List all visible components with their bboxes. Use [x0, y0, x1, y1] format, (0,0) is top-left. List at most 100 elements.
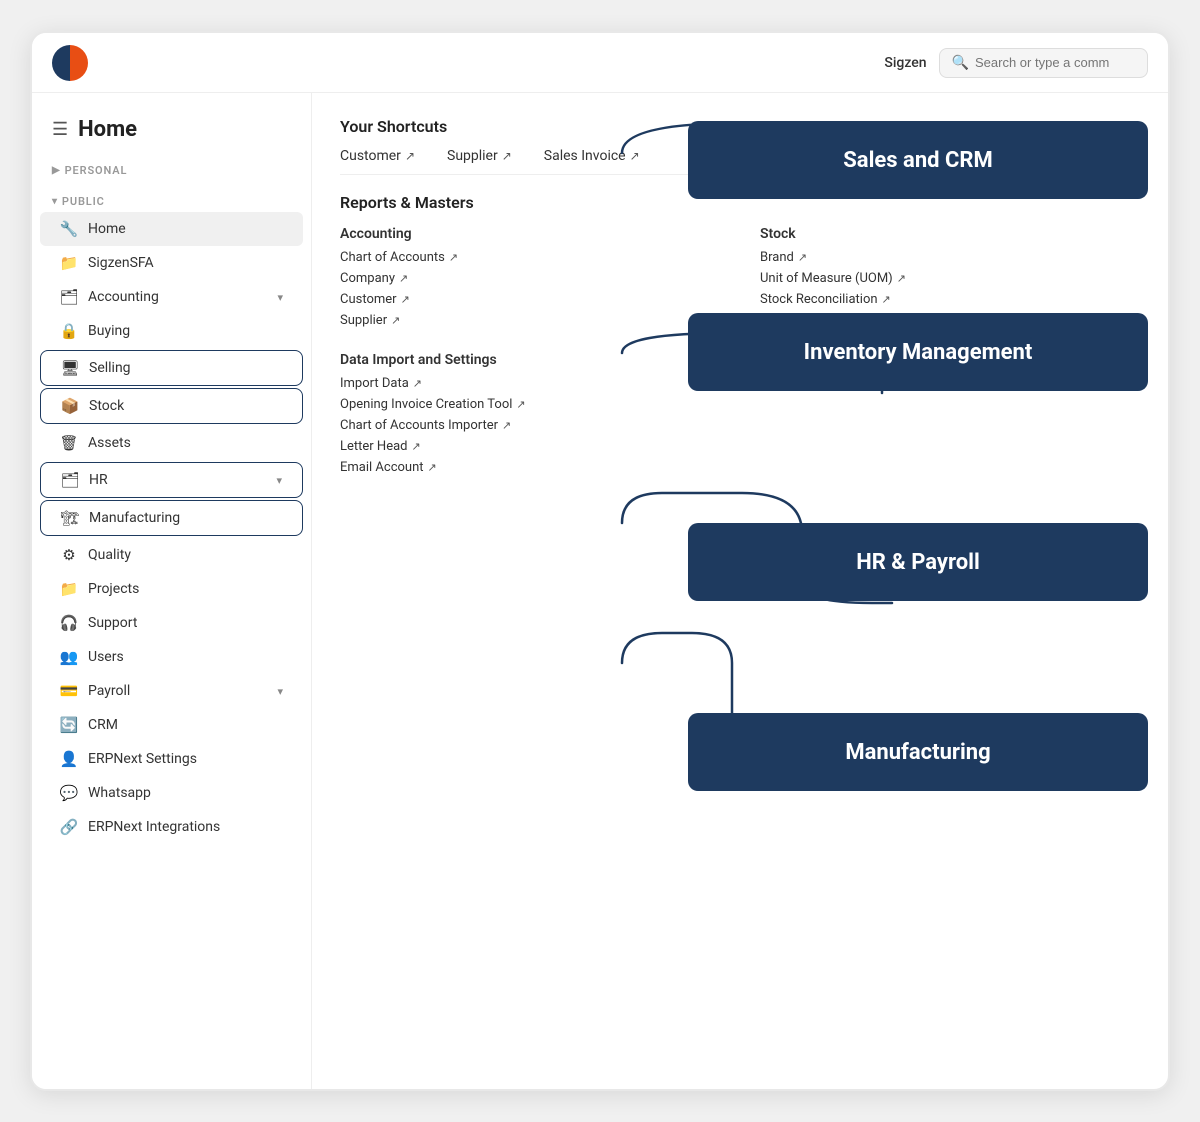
- arrow-icon: ↗: [449, 251, 458, 264]
- sidebar-item-label: CRM: [88, 717, 283, 733]
- chevron-down-icon: ▾: [277, 291, 283, 304]
- sidebar-item-label: Manufacturing: [89, 510, 282, 526]
- personal-section-label: ▶ PERSONAL: [32, 158, 311, 181]
- arrow-icon: ↗: [502, 419, 511, 432]
- sidebar-item-projects[interactable]: 📁 Projects: [40, 572, 303, 606]
- link-chart-of-accounts[interactable]: Chart of Accounts ↗: [340, 250, 720, 265]
- chevron-down-icon: ▾: [277, 685, 283, 698]
- sidebar-item-label: SigzenSFA: [88, 255, 283, 271]
- sidebar-item-label: Stock: [89, 398, 282, 414]
- sidebar-item-label: ERPNext Settings: [88, 751, 283, 767]
- assets-icon: 🗑: [60, 434, 78, 452]
- sidebar-item-accounting[interactable]: 🗂 Accounting ▾: [40, 280, 303, 314]
- arrow-icon: ↗: [391, 314, 400, 327]
- tooltip-inventory-management[interactable]: Inventory Management: [688, 313, 1148, 391]
- buying-icon: 🔒: [60, 322, 78, 340]
- search-icon: 🔍: [952, 55, 969, 71]
- sidebar-item-label: Whatsapp: [88, 785, 283, 801]
- link-chart-importer[interactable]: Chart of Accounts Importer ↗: [340, 418, 1140, 433]
- manufacturing-icon: 🏗: [61, 509, 79, 527]
- sidebar-item-assets[interactable]: 🗑 Assets: [40, 426, 303, 460]
- sidebar-item-label: Payroll: [88, 683, 267, 699]
- link-letter-head[interactable]: Letter Head ↗: [340, 439, 1140, 454]
- topbar-search-box[interactable]: 🔍: [939, 48, 1148, 78]
- link-stock-reconciliation[interactable]: Stock Reconciliation ↗: [760, 292, 1140, 307]
- sidebar-item-label: Accounting: [88, 289, 267, 305]
- app-container: Sigzen 🔍 ☰ Home ▶ PERSONAL ▾ PUBLIC: [30, 31, 1170, 1091]
- page-title: Home: [78, 117, 137, 142]
- sidebar-item-manufacturing[interactable]: 🏗 Manufacturing: [40, 500, 303, 536]
- sidebar-item-label: Assets: [88, 435, 283, 451]
- caret-right-icon: ▶: [52, 165, 61, 176]
- link-opening-invoice[interactable]: Opening Invoice Creation Tool ↗: [340, 397, 1140, 412]
- link-company[interactable]: Company ↗: [340, 271, 720, 286]
- arrow-icon: ↗: [882, 293, 891, 306]
- sidebar-item-label: Projects: [88, 581, 283, 597]
- sidebar-item-whatsapp[interactable]: 💬 Whatsapp: [40, 776, 303, 810]
- sidebar-item-label: Home: [88, 221, 283, 237]
- link-uom[interactable]: Unit of Measure (UOM) ↗: [760, 271, 1140, 286]
- shortcut-sales-invoice[interactable]: Sales Invoice ↗: [544, 148, 640, 164]
- arrow-icon: ↗: [405, 149, 415, 163]
- arrow-icon: ↗: [399, 272, 408, 285]
- sidebar-item-label: Support: [88, 615, 283, 631]
- tooltip-hr-payroll[interactable]: HR & Payroll: [688, 523, 1148, 601]
- sidebar-item-support[interactable]: 🎧 Support: [40, 606, 303, 640]
- stock-col-title: Stock: [760, 226, 1140, 242]
- tooltip-manufacturing[interactable]: Manufacturing: [688, 713, 1148, 791]
- arrow-icon: ↗: [516, 398, 525, 411]
- sidebar-item-label: Buying: [88, 323, 283, 339]
- sidebar: ☰ Home ▶ PERSONAL ▾ PUBLIC 🔧 Home 📁 Sigz…: [32, 93, 312, 1089]
- sidebar-item-quality[interactable]: ⚙ Quality: [40, 538, 303, 572]
- link-email-account[interactable]: Email Account ↗: [340, 460, 1140, 475]
- sidebar-item-users[interactable]: 👥 Users: [40, 640, 303, 674]
- arrow-icon: ↗: [428, 461, 437, 474]
- sidebar-item-home[interactable]: 🔧 Home: [40, 212, 303, 246]
- users-icon: 👥: [60, 648, 78, 666]
- payroll-icon: 💳: [60, 682, 78, 700]
- topbar: Sigzen 🔍: [32, 33, 1168, 93]
- hamburger-icon[interactable]: ☰: [52, 119, 68, 140]
- sidebar-item-selling[interactable]: 🖥 Selling: [40, 350, 303, 386]
- page-title-row: ☰ Home: [32, 109, 311, 158]
- main-layout: ☰ Home ▶ PERSONAL ▾ PUBLIC 🔧 Home 📁 Sigz…: [32, 93, 1168, 1089]
- sidebar-item-label: Selling: [89, 360, 282, 376]
- selling-icon: 🖥: [61, 359, 79, 377]
- sidebar-item-erpnext-settings[interactable]: 👤 ERPNext Settings: [40, 742, 303, 776]
- arrow-icon: ↗: [798, 251, 807, 264]
- tooltip-sales-crm[interactable]: Sales and CRM: [688, 121, 1148, 199]
- link-supplier[interactable]: Supplier ↗: [340, 313, 720, 328]
- content-area: Your Shortcuts Customer ↗ Supplier ↗ Sal…: [312, 93, 1168, 1089]
- sidebar-item-crm[interactable]: 🔄 CRM: [40, 708, 303, 742]
- arrow-icon: ↗: [502, 149, 512, 163]
- caret-down-icon: ▾: [52, 196, 58, 207]
- integrations-icon: 🔗: [60, 818, 78, 836]
- sidebar-item-erpnext-integrations[interactable]: 🔗 ERPNext Integrations: [40, 810, 303, 844]
- crm-icon: 🔄: [60, 716, 78, 734]
- sidebar-item-buying[interactable]: 🔒 Buying: [40, 314, 303, 348]
- accounting-col-title: Accounting: [340, 226, 720, 242]
- app-logo[interactable]: [52, 45, 88, 81]
- sidebar-item-label: Quality: [88, 547, 283, 563]
- link-customer[interactable]: Customer ↗: [340, 292, 720, 307]
- sidebar-item-stock[interactable]: 📦 Stock: [40, 388, 303, 424]
- sidebar-item-label: Users: [88, 649, 283, 665]
- accounting-column: Accounting Chart of Accounts ↗ Company ↗…: [340, 226, 720, 334]
- sidebar-item-sigzensfa[interactable]: 📁 SigzenSFA: [40, 246, 303, 280]
- search-input[interactable]: [975, 55, 1135, 70]
- shortcut-customer[interactable]: Customer ↗: [340, 148, 415, 164]
- hr-icon: 🗂: [61, 471, 79, 489]
- quality-icon: ⚙: [60, 546, 78, 564]
- link-brand[interactable]: Brand ↗: [760, 250, 1140, 265]
- shortcut-supplier[interactable]: Supplier ↗: [447, 148, 512, 164]
- projects-icon: 📁: [60, 580, 78, 598]
- sidebar-item-hr[interactable]: 🗂 HR ▾: [40, 462, 303, 498]
- sidebar-item-label: ERPNext Integrations: [88, 819, 283, 835]
- support-icon: 🎧: [60, 614, 78, 632]
- arrow-icon: ↗: [630, 149, 640, 163]
- topbar-user: Sigzen: [884, 55, 926, 71]
- whatsapp-icon: 💬: [60, 784, 78, 802]
- accounting-icon: 🗂: [60, 288, 78, 306]
- erpnext-settings-icon: 👤: [60, 750, 78, 768]
- sidebar-item-payroll[interactable]: 💳 Payroll ▾: [40, 674, 303, 708]
